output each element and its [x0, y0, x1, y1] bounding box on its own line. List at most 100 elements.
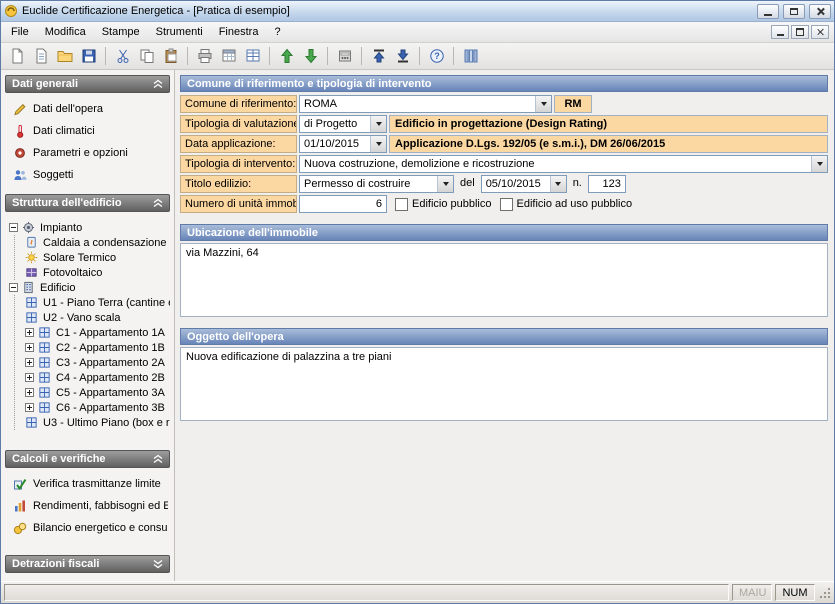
dropdown-button[interactable]: [535, 96, 551, 112]
tree-node-c2[interactable]: C2 - Appartamento 1B: [25, 340, 170, 355]
mdi-restore-button[interactable]: [791, 25, 809, 39]
dropdown-button[interactable]: [370, 136, 386, 152]
edificio-uso-pubblico-checkbox[interactable]: [500, 198, 513, 211]
tree-node-c6[interactable]: C6 - Appartamento 3B: [25, 400, 170, 415]
tree-node-edificio[interactable]: Edificio: [9, 280, 170, 295]
open-folder-icon: [57, 48, 73, 64]
export-button[interactable]: [299, 45, 322, 67]
titolo-edilizio-combobox[interactable]: Permesso di costruire: [299, 175, 454, 193]
panel-header-dati-generali[interactable]: Dati generali: [5, 75, 170, 93]
archive-button[interactable]: [333, 45, 356, 67]
data-applicazione-description-field: Applicazione D.Lgs. 192/05 (e s.m.i.), D…: [389, 135, 828, 153]
expand-expander-icon[interactable]: [25, 358, 34, 367]
menu-file[interactable]: File: [3, 23, 37, 41]
unit-icon: [25, 416, 39, 430]
move-top-icon: [371, 48, 387, 64]
titolo-numero-input[interactable]: [588, 175, 626, 193]
dropdown-button[interactable]: [437, 176, 453, 192]
edificio-pubblico-checkbox[interactable]: [395, 198, 408, 211]
new-practice-button[interactable]: [29, 45, 52, 67]
mdi-minimize-icon: [777, 34, 784, 36]
mdi-minimize-button[interactable]: [771, 25, 789, 39]
tree-node-label: Caldaia a condensazione: [43, 237, 167, 249]
panel-header-detrazioni[interactable]: Detrazioni fiscali: [5, 555, 170, 573]
sidebar-item-bilancio[interactable]: Bilancio energetico e consumi: [13, 521, 168, 535]
sidebar-item-dati-climatici[interactable]: Dati climatici: [13, 124, 168, 138]
panel-header-struttura[interactable]: Struttura dell'edificio: [5, 194, 170, 212]
dropdown-button[interactable]: [370, 116, 386, 132]
menu-stampe[interactable]: Stampe: [94, 23, 148, 41]
expand-expander-icon[interactable]: [25, 343, 34, 352]
table-button[interactable]: [241, 45, 264, 67]
collapse-chevron-icon: [153, 79, 163, 89]
edificio-uso-pubblico-group: Edificio ad uso pubblico: [500, 195, 633, 213]
tree-node-u2[interactable]: U2 - Vano scala: [25, 310, 170, 325]
cut-button[interactable]: [111, 45, 134, 67]
data-applicazione-datepicker[interactable]: 01/10/2015: [299, 135, 387, 153]
maximize-button[interactable]: [783, 4, 805, 19]
tree-node-u1[interactable]: U1 - Piano Terra (cantine e: [25, 295, 170, 310]
sidebar-item-verifica[interactable]: Verifica trasmittanze limite: [13, 477, 168, 491]
move-bottom-button[interactable]: [391, 45, 414, 67]
valutazione-combobox[interactable]: di Progetto: [299, 115, 387, 133]
panel-header-calcoli[interactable]: Calcoli e verifiche: [5, 450, 170, 468]
mdi-restore-icon: [796, 28, 804, 36]
tipologia-intervento-label: Tipologia di intervento:: [180, 155, 297, 173]
tree-node-c1[interactable]: C1 - Appartamento 1A: [25, 325, 170, 340]
titolo-data-datepicker[interactable]: 05/10/2015: [481, 175, 567, 193]
print-preview-button[interactable]: [217, 45, 240, 67]
oggetto-textarea[interactable]: Nuova edificazione di palazzina a tre pi…: [180, 347, 828, 421]
menu-modifica[interactable]: Modifica: [37, 23, 94, 41]
print-button[interactable]: [193, 45, 216, 67]
toolbar-separator: [327, 47, 328, 65]
menu-help[interactable]: ?: [266, 23, 288, 41]
menu-strumenti[interactable]: Strumenti: [148, 23, 211, 41]
chevron-down-icon: [541, 102, 547, 106]
collapse-expander-icon[interactable]: [9, 283, 18, 292]
ubicazione-textarea[interactable]: via Mazzini, 64: [180, 243, 828, 317]
import-button[interactable]: [275, 45, 298, 67]
tree-node-impianto[interactable]: Impianto: [9, 220, 170, 235]
sidebar-item-soggetti[interactable]: Soggetti: [13, 168, 168, 182]
edificio-pubblico-group: Edificio pubblico: [395, 195, 492, 213]
minimize-button[interactable]: [757, 4, 779, 19]
table-icon: [245, 48, 261, 64]
data-applicazione-label: Data applicazione:: [180, 135, 297, 153]
tree-node-c4[interactable]: C4 - Appartamento 2B: [25, 370, 170, 385]
help-button[interactable]: ?: [425, 45, 448, 67]
copy-button[interactable]: [135, 45, 158, 67]
tipologia-intervento-combobox[interactable]: Nuova costruzione, demolizione e ricostr…: [299, 155, 828, 173]
sidebar: Dati generali Dati dell'opera Dati clima…: [1, 70, 175, 581]
titlebar: Euclide Certificazione Energetica - [Pra…: [1, 1, 834, 22]
new-document-button[interactable]: [5, 45, 28, 67]
chevron-down-icon: [376, 122, 382, 126]
sidebar-item-dati-opera[interactable]: Dati dell'opera: [13, 102, 168, 116]
close-button[interactable]: [809, 4, 831, 19]
expand-expander-icon[interactable]: [25, 388, 34, 397]
move-top-button[interactable]: [367, 45, 390, 67]
open-button[interactable]: [53, 45, 76, 67]
tree-node-solare[interactable]: Solare Termico: [25, 250, 170, 265]
tree-node-c3[interactable]: C3 - Appartamento 2A: [25, 355, 170, 370]
save-button[interactable]: [77, 45, 100, 67]
dropdown-button[interactable]: [550, 176, 566, 192]
expand-expander-icon[interactable]: [25, 328, 34, 337]
tree-node-fotovoltaico[interactable]: Fotovoltaico: [25, 265, 170, 280]
comune-combobox[interactable]: ROMA: [299, 95, 552, 113]
tree-node-u3[interactable]: U3 - Ultimo Piano (box e rip: [25, 415, 170, 430]
sidebar-item-rendimenti[interactable]: Rendimenti, fabbisogni ed EP: [13, 499, 168, 513]
tree-node-label: U1 - Piano Terra (cantine e: [43, 297, 170, 309]
tree-node-c5[interactable]: C5 - Appartamento 3A: [25, 385, 170, 400]
expand-expander-icon[interactable]: [25, 403, 34, 412]
paste-button[interactable]: [159, 45, 182, 67]
menu-finestra[interactable]: Finestra: [211, 23, 267, 41]
collapse-expander-icon[interactable]: [9, 223, 18, 232]
resize-grip[interactable]: [819, 585, 832, 600]
expand-expander-icon[interactable]: [25, 373, 34, 382]
unita-input[interactable]: [299, 195, 387, 213]
sidebar-item-parametri[interactable]: Parametri e opzioni: [13, 146, 168, 160]
tree-node-caldaia[interactable]: Caldaia a condensazione: [25, 235, 170, 250]
columns-button[interactable]: [459, 45, 482, 67]
mdi-close-button[interactable]: [811, 25, 829, 39]
dropdown-button[interactable]: [811, 156, 827, 172]
